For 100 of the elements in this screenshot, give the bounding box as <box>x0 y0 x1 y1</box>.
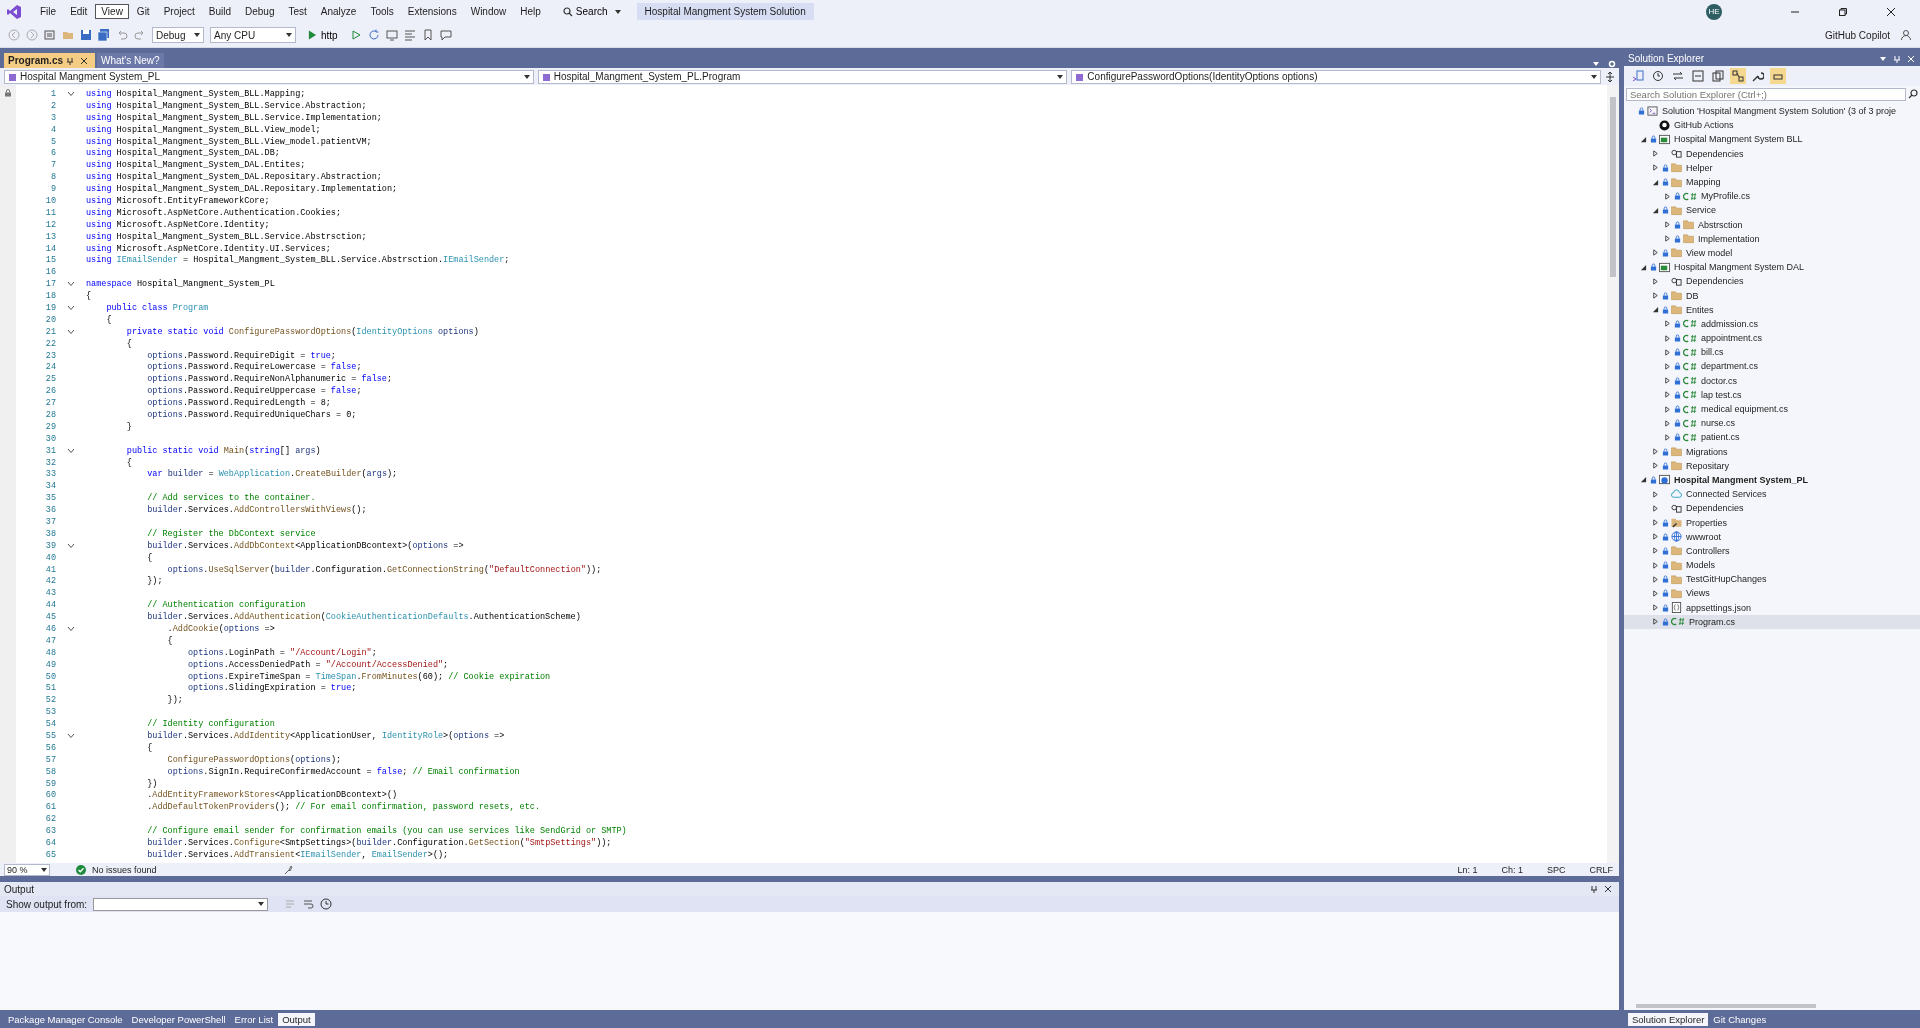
collapse-all-icon[interactable] <box>1692 70 1704 82</box>
tree-item[interactable]: Models <box>1624 558 1920 573</box>
expander-icon[interactable] <box>1663 235 1671 243</box>
output-source-dropdown[interactable] <box>93 897 269 911</box>
menu-item[interactable]: Debug <box>239 4 281 19</box>
menu-item[interactable]: Test <box>282 4 313 19</box>
menu-item[interactable]: Git <box>130 4 156 19</box>
tree-item[interactable]: Entites <box>1624 302 1920 317</box>
tree-item[interactable]: Hospital Mangment System BLL <box>1624 132 1920 147</box>
tree-item[interactable]: Abstrsction <box>1624 217 1920 232</box>
expander-icon[interactable] <box>1651 277 1659 285</box>
save-all-icon[interactable] <box>98 29 110 41</box>
run-button[interactable]: http <box>302 28 344 42</box>
expander-icon[interactable] <box>1663 221 1671 229</box>
whitespace-indicator[interactable]: SPC <box>1546 864 1566 875</box>
fold-icon[interactable] <box>67 90 75 97</box>
document-tab[interactable]: Program.cs <box>4 53 96 68</box>
expander-icon[interactable] <box>1651 604 1659 612</box>
expander-icon[interactable] <box>1651 561 1659 569</box>
tree-item[interactable]: MyProfile.cs <box>1624 189 1920 204</box>
close-icon[interactable] <box>1604 885 1612 893</box>
tree-item[interactable]: Hospital Mangment System_PL <box>1624 472 1920 488</box>
navigation-dropdown[interactable]: Hospital Mangment System_PL <box>4 69 534 84</box>
fold-icon[interactable] <box>67 733 75 740</box>
tree-item[interactable]: Dependencies <box>1624 146 1920 161</box>
expander-icon[interactable] <box>1651 533 1659 541</box>
configuration-dropdown[interactable]: Debug <box>152 27 204 43</box>
panel-tab[interactable]: Error List <box>230 1012 278 1026</box>
brush-icon[interactable] <box>282 864 293 875</box>
tree-item[interactable]: Implementation <box>1624 231 1920 246</box>
filter-icon[interactable] <box>1732 70 1744 82</box>
line-indicator[interactable]: Ln: 1 <box>1457 864 1478 875</box>
menu-item[interactable]: Extensions <box>401 4 463 19</box>
expander-icon[interactable] <box>1663 348 1671 356</box>
menu-item[interactable]: Tools <box>364 4 400 19</box>
settings-icon[interactable] <box>1608 60 1616 68</box>
expander-icon[interactable] <box>1639 476 1647 484</box>
expander-icon[interactable] <box>1639 263 1647 271</box>
tree-item[interactable]: Controllers <box>1624 543 1920 558</box>
expander-icon[interactable] <box>1663 362 1671 370</box>
tree-item[interactable]: Views <box>1624 586 1920 601</box>
close-icon[interactable] <box>80 56 89 65</box>
tree-item[interactable]: Solution 'Hospital Mangment System Solution' (3 of 3 proje <box>1624 104 1920 119</box>
expander-icon[interactable] <box>1663 334 1671 342</box>
tree-item[interactable]: lap test.cs <box>1624 387 1920 402</box>
clock-icon[interactable] <box>320 898 333 910</box>
tree-item[interactable]: Service <box>1624 203 1920 218</box>
tree-item[interactable]: bill.cs <box>1624 345 1920 360</box>
expander-icon[interactable] <box>1651 547 1659 555</box>
pin-icon[interactable] <box>1590 885 1598 893</box>
expander-icon[interactable] <box>1639 135 1647 143</box>
comment-icon[interactable] <box>439 29 452 41</box>
expander-icon[interactable] <box>1651 306 1659 314</box>
issues-status[interactable]: No issues found <box>92 864 157 875</box>
close-icon[interactable] <box>1886 6 1896 17</box>
tree-item[interactable]: Repositary <box>1624 458 1920 473</box>
expander-icon[interactable] <box>1663 405 1671 413</box>
tree-item[interactable]: Helper <box>1624 160 1920 175</box>
restore-icon[interactable] <box>1838 6 1848 17</box>
new-project-icon[interactable] <box>44 29 56 41</box>
tree-item[interactable]: wwwroot <box>1624 529 1920 544</box>
fold-icon[interactable] <box>67 626 75 632</box>
split-icon[interactable] <box>1605 71 1615 82</box>
panel-tab[interactable]: Developer PowerShell <box>127 1012 230 1026</box>
navigation-dropdown[interactable]: Hospital_Mangment_System_PL.Program <box>537 69 1068 84</box>
tree-item[interactable]: medical equipment.cs <box>1624 401 1920 417</box>
line-ending-indicator[interactable]: CRLF <box>1589 864 1613 875</box>
search-button[interactable]: Search <box>556 5 627 18</box>
expander-icon[interactable] <box>1651 249 1659 257</box>
expander-icon[interactable] <box>1651 490 1659 498</box>
tree-item[interactable]: doctor.cs <box>1624 373 1920 388</box>
tree-item[interactable]: View model <box>1624 245 1920 261</box>
copilot-button[interactable]: GitHub Copilot <box>1824 29 1890 41</box>
preview-icon[interactable] <box>1772 70 1784 82</box>
menu-item[interactable]: Help <box>514 4 547 19</box>
account-avatar[interactable]: HE <box>1706 3 1722 20</box>
tree-item[interactable]: Dependencies <box>1624 501 1920 516</box>
expander-icon[interactable] <box>1651 462 1659 470</box>
expander-icon[interactable] <box>1663 419 1671 427</box>
expander-icon[interactable] <box>1651 618 1659 626</box>
screen-icon[interactable] <box>385 29 398 41</box>
panel-tab[interactable]: Output <box>278 1012 315 1026</box>
dropdown-icon[interactable] <box>1879 54 1887 63</box>
tree-item[interactable]: addmission.cs <box>1624 316 1920 331</box>
menu-item[interactable]: Analyze <box>314 4 363 19</box>
tree-item[interactable]: Program.cs <box>1624 614 1920 629</box>
person-icon[interactable] <box>1900 29 1912 41</box>
expander-icon[interactable] <box>1651 178 1659 186</box>
expander-icon[interactable] <box>1663 391 1671 399</box>
copy-icon[interactable] <box>1712 70 1724 82</box>
expander-icon[interactable] <box>1663 320 1671 328</box>
navigation-dropdown[interactable]: ConfigurePasswordOptions(IdentityOptions options) <box>1071 69 1601 84</box>
tree-item[interactable]: Migrations <box>1624 444 1920 459</box>
menu-item[interactable]: Build <box>202 4 237 19</box>
pin-icon[interactable] <box>66 56 75 65</box>
wrench-icon[interactable] <box>1752 70 1764 82</box>
tree-item[interactable]: TestGitHupChanges <box>1624 572 1920 587</box>
panel-tab[interactable]: Git Changes <box>1709 1012 1771 1026</box>
tree-item[interactable]: appsettings.json <box>1624 600 1920 615</box>
expander-icon[interactable] <box>1651 150 1659 158</box>
